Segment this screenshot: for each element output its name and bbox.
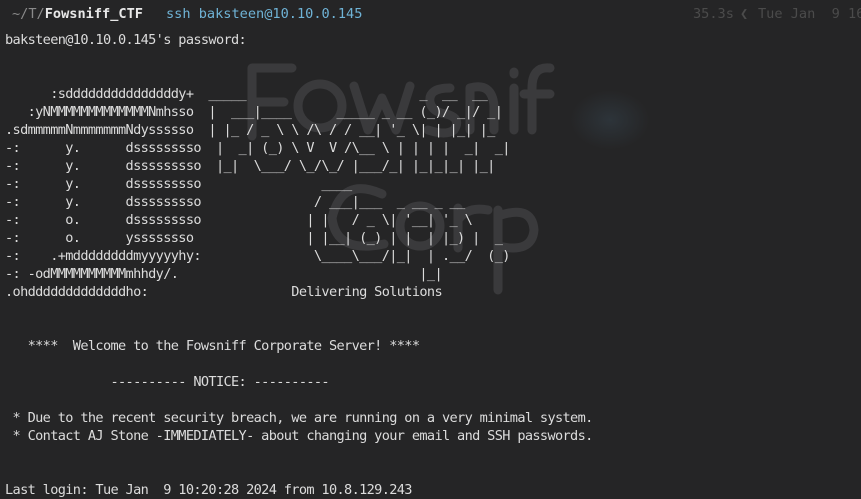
welcome-message: **** Welcome to the Fowsniff Corporate S… [5,338,420,354]
banner-line: :yNMMMMMMMMMMMMMNmhsso | ___|____ _____ … [5,104,503,120]
banner-line: -: o. dsssssssso | | / _ \| '__| '_ \ [5,212,480,228]
banner-line: -: o. yssssssso | |__| (_) | | | |_) | _ [5,230,510,246]
banner-line: .sdmmmmmNmmmmmmmNdyssssso | |_ / _ \ \ /… [5,122,503,138]
banner-line [5,463,593,481]
banner-line [5,301,593,319]
command-duration: 35.3s [693,6,734,22]
working-directory: ~/T/Fowsniff_CTF [12,0,143,28]
title-bar: ~/T/Fowsniff_CTF ssh baksteen@10.10.0.14… [0,0,861,28]
clock: Tue Jan 9 16 [758,6,861,22]
banner-line: -: y. dsssssssso / ___|___ _ __ _ __ [5,194,473,210]
path-dir: Fowsniff_CTF [44,6,143,22]
notice-item: * Contact AJ Stone -IMMEDIATELY- about c… [5,428,594,444]
chevron-left-icon: ❮ [740,6,749,22]
path-prefix: ~/T/ [12,6,45,22]
banner-line [5,319,593,337]
banner-line [5,67,593,85]
banner-line: .ohdddddddddddddho: Delivering Solutions [5,284,443,300]
notice-heading: ---------- NOTICE: ---------- [5,374,329,390]
banner-line [5,355,593,373]
banner-line [5,391,593,409]
banner-line: :sdddddddddddddddy+ _____ _ __ __ [5,86,495,102]
password-prompt: baksteen@10.10.0.145's password: [5,32,247,48]
banner-line: -: -odMMMMMMMMMMmhhdy/. |_| [5,266,458,282]
terminal-output[interactable]: baksteen@10.10.0.145's password: :sddddd… [5,31,593,499]
last-login: Last login: Tue Jan 9 10:20:28 2024 from… [5,482,412,498]
banner-line: -: y. dsssssssso ____ [5,176,360,192]
banner-line: -: y. dsssssssso | _| (_) \ V V /\__ \ |… [5,140,510,156]
notice-item: * Due to the recent security breach, we … [5,410,594,426]
banner-line [5,445,593,463]
banner-line [5,49,593,67]
ssh-command: ssh baksteen@10.10.0.145 [166,6,363,22]
banner-line: -: y. dsssssssso |_| \___/ \_/\_/ |___/_… [5,158,510,174]
banner-line: -: .+mddddddddmyyyyyhy: \____\___/|_| | … [5,248,510,264]
